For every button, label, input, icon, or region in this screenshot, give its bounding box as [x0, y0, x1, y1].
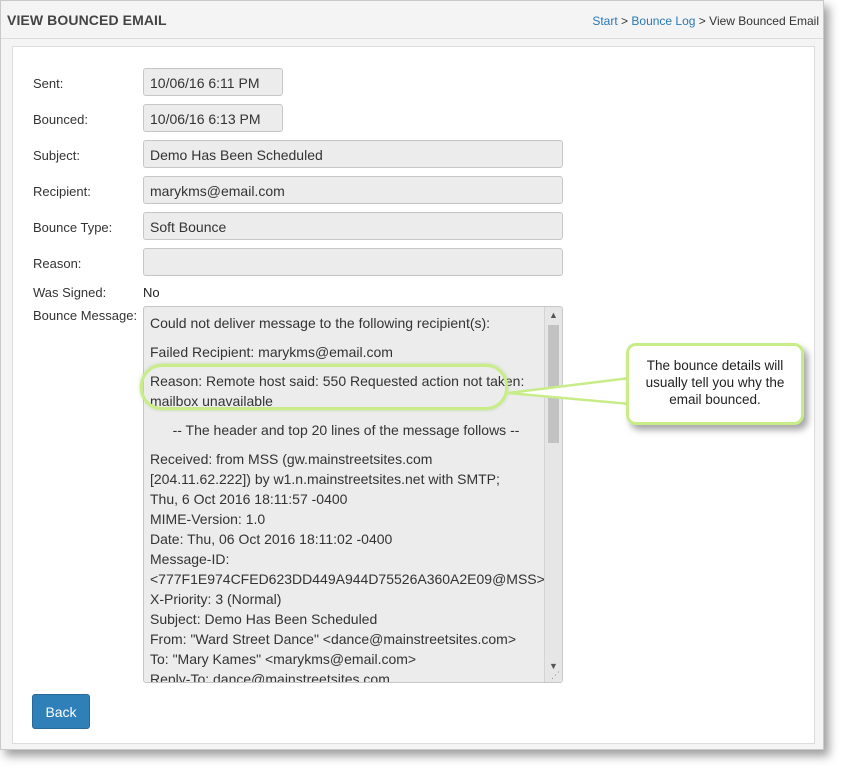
message-header-line: Message-ID: — [150, 551, 230, 567]
message-scrollbar[interactable]: ▲ ▼ — [544, 307, 562, 682]
breadcrumb-start-link[interactable]: Start — [592, 14, 617, 28]
bounce-type-field: Soft Bounce — [143, 212, 563, 240]
message-header-line: X-Priority: 3 (Normal) — [150, 591, 282, 607]
was-signed-value: No — [143, 285, 160, 300]
message-paragraph: Could not deliver message to the followi… — [150, 315, 491, 331]
bounce-message-label: Bounce Message: — [33, 308, 138, 323]
breadcrumb: Start > Bounce Log > View Bounced Email — [592, 14, 819, 28]
message-paragraph: -- The header and top 20 lines of the me… — [172, 422, 520, 438]
message-header-line: Subject: Demo Has Been Scheduled — [150, 611, 378, 627]
bounce-message-textarea[interactable]: Could not deliver message to the followi… — [143, 306, 563, 683]
message-header-line: Date: Thu, 06 Oct 2016 18:11:02 -0400 — [150, 531, 393, 547]
reason-field — [143, 248, 563, 276]
page-header: VIEW BOUNCED EMAIL Start > Bounce Log > … — [1, 1, 823, 39]
back-button[interactable]: Back — [32, 694, 90, 729]
message-header-line: Received: from MSS (gw.mainstreetsites.c… — [150, 451, 433, 467]
message-header-line: [204.11.62.222]) by w1.n.mainstreetsites… — [150, 471, 500, 487]
page-title: VIEW BOUNCED EMAIL — [7, 12, 167, 28]
reason-highlight-ring — [140, 364, 508, 410]
was-signed-label: Was Signed: — [33, 285, 107, 300]
chevron-up-icon[interactable]: ▲ — [545, 307, 562, 323]
bounced-label: Bounced: — [33, 112, 88, 127]
annotation-callout: The bounce details will usually tell you… — [626, 343, 804, 425]
message-paragraph: Failed Recipient: marykms@email.com — [150, 344, 393, 360]
message-header-line: Reply-To: dance@mainstreetsites.com — [150, 671, 390, 683]
message-header-line: MIME-Version: 1.0 — [150, 511, 266, 527]
callout-pointer — [508, 376, 630, 406]
subject-field: Demo Has Been Scheduled — [143, 140, 563, 168]
recipient-label: Recipient: — [33, 184, 91, 199]
subject-label: Subject: — [33, 148, 80, 163]
breadcrumb-bounce-log-link[interactable]: Bounce Log — [631, 14, 695, 28]
breadcrumb-separator: > — [698, 14, 706, 28]
reason-label: Reason: — [33, 256, 82, 271]
message-header-line: To: "Mary Kames" <marykms@email.com> — [150, 651, 417, 667]
message-header-lines: Received: from MSS (gw.mainstreetsites.c… — [150, 449, 545, 683]
breadcrumb-separator: > — [621, 14, 629, 28]
recipient-field: marykms@email.com — [143, 176, 563, 204]
message-header-line: <777F1E974CFED623DD449A944D75526A360A2E0… — [150, 571, 545, 587]
bounce-type-label: Bounce Type: — [33, 220, 113, 235]
sent-field: 10/06/16 6:11 PM — [143, 68, 283, 96]
sent-label: Sent: — [33, 76, 64, 91]
resize-grip-icon[interactable]: ⋰ — [551, 671, 560, 680]
bounced-field: 10/06/16 6:13 PM — [143, 104, 283, 132]
message-header-line: Thu, 6 Oct 2016 18:11:57 -0400 — [150, 491, 348, 507]
breadcrumb-current: View Bounced Email — [709, 14, 819, 28]
message-header-line: From: "Ward Street Dance" <dance@mainstr… — [150, 631, 516, 647]
